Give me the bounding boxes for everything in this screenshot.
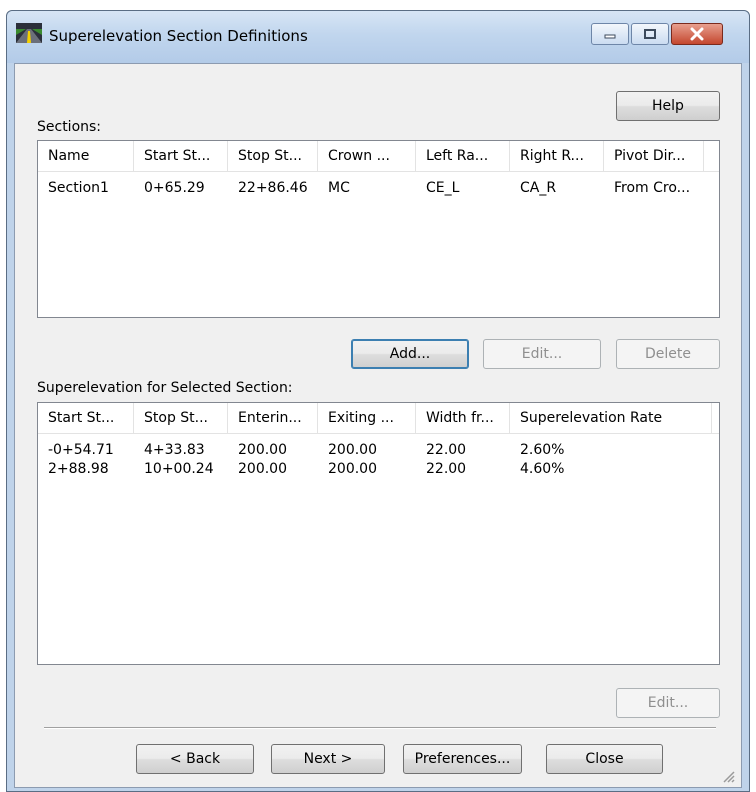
delete-section-button[interactable]: Delete (616, 339, 720, 369)
cell-start-station: 0+65.29 (144, 180, 205, 196)
sections-list-header: Name Start St... Stop St... Crown ... Le… (38, 141, 719, 172)
column-header-start-station[interactable]: Start St... (134, 141, 228, 171)
sections-label: Sections: (37, 119, 102, 135)
cell-stop-station: 4+33.83 (144, 442, 205, 458)
add-section-button[interactable]: Add... (351, 339, 469, 369)
dialog-window: Superelevation Section Definitions Help … (6, 10, 750, 792)
column-header-left-rate[interactable]: Left Ra... (416, 141, 510, 171)
column-header-name[interactable]: Name (38, 141, 134, 171)
maximize-button[interactable] (631, 23, 669, 45)
close-icon (690, 27, 704, 41)
close-button[interactable]: Close (546, 744, 663, 774)
road-app-icon (16, 23, 42, 43)
cell-start-station: -0+54.71 (48, 442, 114, 458)
column-header-pivot-direction[interactable]: Pivot Dir... (604, 141, 704, 171)
cell-right-rate: CA_R (520, 180, 557, 196)
column-header-stop-station[interactable]: Stop St... (134, 403, 228, 433)
cell-exiting: 200.00 (328, 461, 377, 477)
column-header-width-from[interactable]: Width fr... (416, 403, 510, 433)
column-header-crown[interactable]: Crown ... (318, 141, 416, 171)
cell-width-from: 22.00 (426, 461, 467, 477)
cell-left-rate: CE_L (426, 180, 460, 196)
cell-stop-station: 22+86.46 (238, 180, 308, 196)
table-row[interactable]: 2+88.98 10+00.24 200.00 200.00 22.00 4.6… (38, 460, 719, 478)
close-window-button[interactable] (671, 23, 723, 45)
sections-list[interactable]: Name Start St... Stop St... Crown ... Le… (37, 140, 720, 318)
column-header-stop-station[interactable]: Stop St... (228, 141, 318, 171)
table-row[interactable]: Section1 0+65.29 22+86.46 MC CE_L CA_R F… (38, 179, 719, 197)
next-button[interactable]: Next > (271, 744, 385, 774)
resize-grip-icon[interactable] (721, 769, 735, 783)
edit-section-button[interactable]: Edit... (483, 339, 601, 369)
preferences-button[interactable]: Preferences... (403, 744, 522, 774)
column-header-exiting[interactable]: Exiting ... (318, 403, 416, 433)
cell-stop-station: 10+00.24 (144, 461, 214, 477)
column-header-superelevation-rate[interactable]: Superelevation Rate (510, 403, 712, 433)
cell-entering: 200.00 (238, 461, 287, 477)
column-header-right-rate[interactable]: Right R... (510, 141, 604, 171)
cell-crown: MC (328, 180, 350, 196)
edit-superelevation-button[interactable]: Edit... (616, 688, 720, 718)
minimize-button[interactable] (591, 23, 629, 45)
cell-name: Section1 (48, 180, 109, 196)
cell-width-from: 22.00 (426, 442, 467, 458)
column-header-entering[interactable]: Enterin... (228, 403, 318, 433)
cell-superelevation-rate: 4.60% (520, 461, 565, 477)
back-button[interactable]: < Back (136, 744, 254, 774)
help-button[interactable]: Help (616, 91, 720, 121)
cell-superelevation-rate: 2.60% (520, 442, 565, 458)
cell-entering: 200.00 (238, 442, 287, 458)
maximize-icon (644, 29, 656, 39)
dialog-client-area: Help Sections: Name Start St... Stop St.… (14, 63, 742, 788)
superelevation-label: Superelevation for Selected Section: (37, 380, 293, 396)
title-bar[interactable]: Superelevation Section Definitions (7, 11, 749, 63)
cell-pivot-direction: From Cro... (614, 180, 691, 196)
window-title: Superelevation Section Definitions (49, 27, 308, 45)
table-row[interactable]: -0+54.71 4+33.83 200.00 200.00 22.00 2.6… (38, 441, 719, 459)
superelevation-list-header: Start St... Stop St... Enterin... Exitin… (38, 403, 719, 434)
superelevation-list[interactable]: Start St... Stop St... Enterin... Exitin… (37, 402, 720, 665)
column-header-start-station[interactable]: Start St... (38, 403, 134, 433)
footer-divider (44, 727, 716, 729)
cell-start-station: 2+88.98 (48, 461, 109, 477)
minimize-icon (604, 34, 616, 39)
cell-exiting: 200.00 (328, 442, 377, 458)
